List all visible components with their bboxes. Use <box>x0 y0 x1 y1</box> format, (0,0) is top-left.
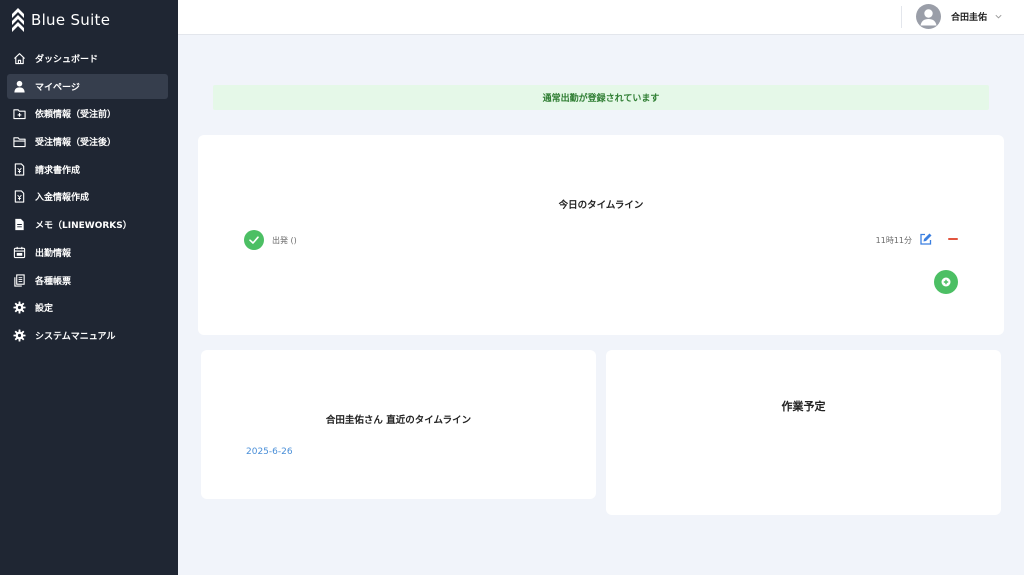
sidebar-nav: ダッシュボード マイページ 依頼情報（受注前） 受注情報（受注後） 請求書作成 <box>7 46 168 351</box>
today-timeline-title: 今日のタイムライン <box>558 200 644 211</box>
edit-entry-button[interactable] <box>919 232 933 246</box>
sidebar-item-dashboard[interactable]: ダッシュボード <box>7 46 168 71</box>
add-entry-button[interactable] <box>934 270 958 294</box>
minus-icon <box>948 238 958 240</box>
edit-icon <box>920 233 932 245</box>
sidebar-item-label: 受注情報（受注後） <box>35 138 117 149</box>
alert-message: 通常出勤が登録されています <box>542 94 660 104</box>
sidebar-item-attendance[interactable]: 出勤情報 <box>7 240 168 265</box>
timeline-entry-label: 出発 () <box>272 236 297 245</box>
chevron-down-icon <box>995 14 1002 18</box>
sidebar-item-manual[interactable]: システムマニュアル <box>7 323 168 348</box>
plus-circle-icon <box>941 277 951 287</box>
sidebar-item-memo[interactable]: メモ（LINEWORKS） <box>7 212 168 237</box>
sidebar-item-label: ダッシュボード <box>35 55 99 65</box>
brand[interactable]: Blue Suite <box>11 7 110 33</box>
sidebar-item-label: 各種帳票 <box>35 276 72 287</box>
recent-timeline-title: 合田圭佑さん 直近のタイムライン <box>325 415 472 426</box>
documents-icon <box>13 273 26 287</box>
user-name: 合田圭佑 <box>951 12 988 23</box>
sidebar: Blue Suite ダッシュボード マイページ 依頼情報（受注前） 受注情報（… <box>0 0 178 575</box>
sidebar-item-requests[interactable]: 依頼情報（受注前） <box>7 101 168 126</box>
check-icon <box>244 230 264 250</box>
user-icon <box>13 80 26 93</box>
sidebar-item-label: 依頼情報（受注前） <box>35 110 117 121</box>
folder-plus-icon <box>13 107 26 120</box>
sidebar-item-label: メモ（LINEWORKS） <box>35 221 132 232</box>
avatar-person-icon <box>920 8 937 25</box>
remove-entry-button[interactable] <box>946 232 960 246</box>
attendance-alert: 通常出勤が登録されています <box>213 85 989 110</box>
invoice-icon <box>13 163 26 176</box>
recent-timeline-card: 合田圭佑さん 直近のタイムライン 2025-6-26 <box>201 350 596 499</box>
work-plan-card: 作業予定 <box>606 350 1001 515</box>
avatar <box>916 3 941 29</box>
sidebar-item-settings[interactable]: 設定 <box>7 295 168 320</box>
payment-icon <box>13 190 26 204</box>
sidebar-item-payment[interactable]: 入金情報作成 <box>7 184 168 209</box>
recent-timeline-date-link[interactable]: 2025-6-26 <box>246 447 293 457</box>
calendar-icon <box>13 246 26 259</box>
header-divider <box>901 6 902 28</box>
folder-icon <box>13 135 26 148</box>
sidebar-item-label: マイページ <box>35 82 80 93</box>
sidebar-item-invoice[interactable]: 請求書作成 <box>7 157 168 182</box>
user-menu[interactable]: 合田圭佑 <box>916 3 1003 29</box>
memo-icon <box>13 218 26 231</box>
sidebar-item-label: システムマニュアル <box>35 331 116 342</box>
sidebar-item-label: 設定 <box>35 304 54 315</box>
brand-logo-icon <box>12 8 24 32</box>
gear-icon <box>13 301 26 314</box>
sidebar-item-reports[interactable]: 各種帳票 <box>7 268 168 293</box>
sidebar-item-label: 入金情報作成 <box>35 193 90 204</box>
sidebar-item-orders[interactable]: 受注情報（受注後） <box>7 129 168 154</box>
work-plan-title: 作業予定 <box>781 400 826 413</box>
timeline-entry: 出発 () 11時11分 <box>244 230 960 252</box>
sidebar-item-mypage[interactable]: マイページ <box>7 73 168 99</box>
top-header: 合田圭佑 <box>178 0 1024 35</box>
today-timeline-card: 今日のタイムライン 出発 () 11時11分 <box>198 135 1004 335</box>
sidebar-item-label: 請求書作成 <box>35 165 81 176</box>
timeline-entry-time: 11時11分 <box>875 236 912 245</box>
gear-icon <box>13 329 26 342</box>
home-icon <box>13 52 26 65</box>
sidebar-item-label: 出勤情報 <box>35 248 72 259</box>
brand-name: Blue Suite <box>31 11 111 29</box>
